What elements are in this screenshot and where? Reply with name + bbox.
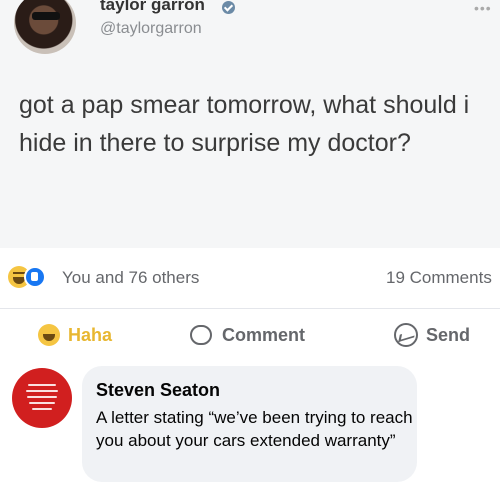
tweet-author-handle: @taylorgarron (100, 20, 202, 37)
send-button[interactable]: Send (394, 321, 470, 349)
haha-icon (38, 324, 60, 346)
embedded-tweet-image: taylor garron @taylorgarron ••• got a pa… (0, 0, 500, 248)
comment-author[interactable]: Steven Seaton (96, 380, 220, 401)
haha-button[interactable]: Haha (38, 321, 112, 349)
comment-label: Comment (222, 324, 306, 345)
haha-label: Haha (68, 324, 113, 345)
reaction-count[interactable]: You and 76 others (62, 268, 199, 288)
tweet-author-name: taylor garron (100, 0, 205, 14)
tweet-avatar (14, 0, 76, 54)
verified-badge-icon (222, 1, 235, 14)
like-reaction-icon[interactable] (24, 266, 46, 288)
more-options-icon: ••• (474, 0, 492, 16)
reactions-bar: You and 76 others 19 Comments (0, 252, 500, 302)
commenter-avatar[interactable] (12, 368, 72, 428)
comment-button[interactable]: Comment (190, 321, 305, 349)
comment-bubble: Steven Seaton A letter stating “we’ve be… (82, 366, 417, 482)
messenger-icon (394, 323, 418, 347)
action-bar: Haha Comment Send (0, 308, 500, 358)
send-label: Send (426, 324, 471, 345)
comment-count[interactable]: 19 Comments (386, 268, 492, 288)
comment-item: Steven Seaton A letter stating “we’ve be… (0, 362, 500, 485)
comment-icon (190, 325, 212, 345)
comment-text: A letter stating “we’ve been trying to r… (96, 408, 413, 450)
tweet-text: got a pap smear tomorrow, what should i … (19, 91, 470, 157)
